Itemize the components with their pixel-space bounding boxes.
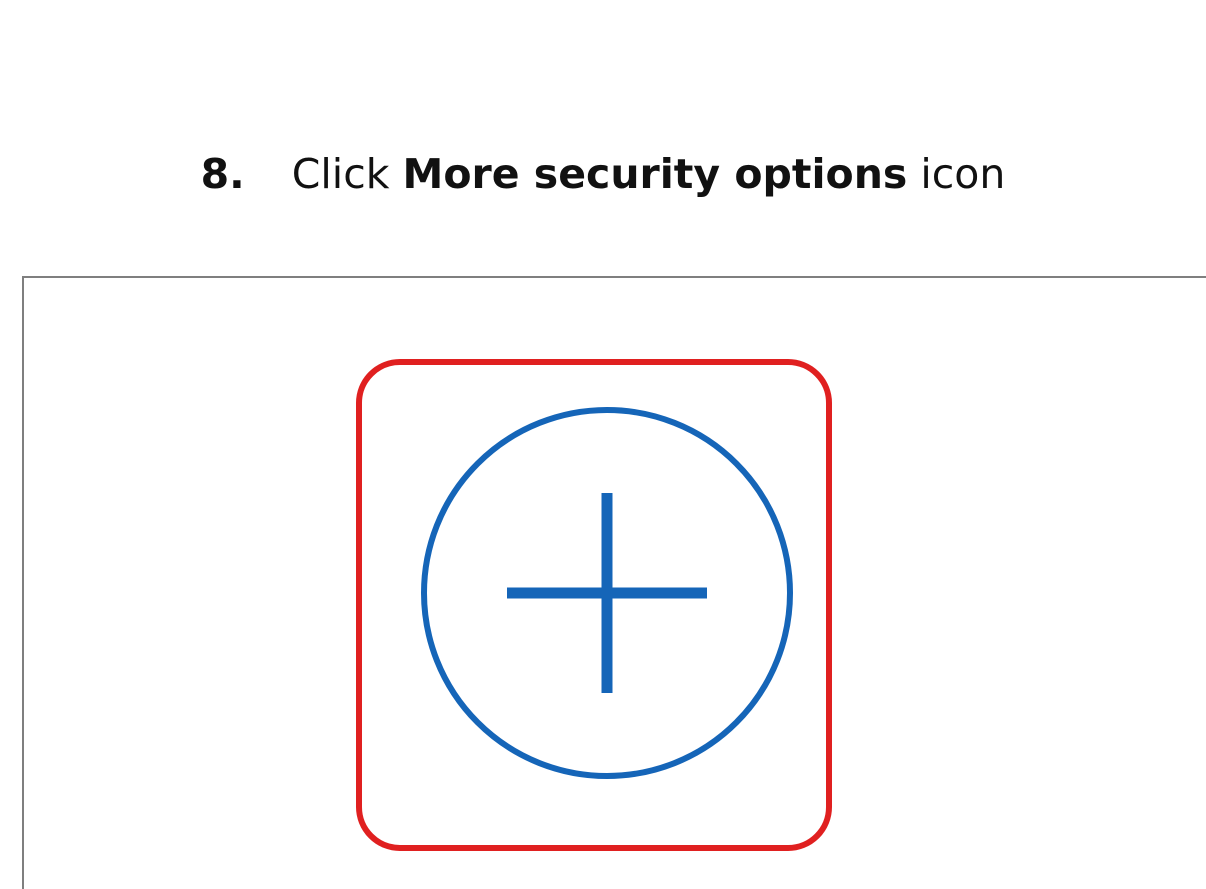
add-circle-icon: [421, 407, 793, 779]
step-instruction: 8. Click More security options icon: [0, 144, 1206, 204]
step-target-name: More security options: [402, 150, 908, 198]
instruction-page: 8. Click More security options icon: [0, 0, 1206, 889]
step-prefix-text: Click: [291, 150, 390, 198]
step-number: 8.: [200, 150, 245, 198]
step-suffix-text: icon: [920, 150, 1006, 198]
more-security-options-button[interactable]: [419, 405, 795, 781]
